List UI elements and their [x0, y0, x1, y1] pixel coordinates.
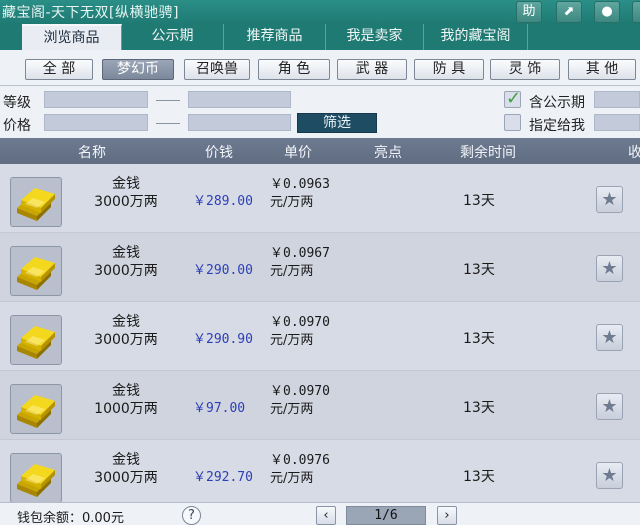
gold-ingot-icon[interactable]: [10, 453, 62, 503]
price-max-input[interactable]: [188, 114, 291, 131]
tab-browse[interactable]: 浏览商品: [22, 24, 122, 50]
gold-ingot-icon[interactable]: [10, 246, 62, 296]
category-armor[interactable]: 防 具: [414, 59, 484, 80]
category-weapons[interactable]: 武 器: [337, 59, 407, 80]
item-unit-price: ￥0.0976: [270, 453, 330, 468]
item-unit-price: ￥0.0963: [270, 177, 330, 192]
title-bar: 藏宝阁-天下无双[纵横驰骋] 助 ⬈ ●: [0, 0, 640, 24]
item-remaining-time: 13天: [463, 469, 495, 485]
item-price: ￥292.70: [193, 470, 253, 485]
help-icon[interactable]: ?: [182, 506, 201, 525]
item-remaining-time: 13天: [463, 193, 495, 209]
assistant-button[interactable]: 助: [516, 1, 542, 23]
column-header-unit-price[interactable]: 单价: [284, 142, 312, 162]
item-name: 金钱: [112, 314, 140, 330]
item-name: 金钱: [112, 245, 140, 261]
assigned-to-me-checkbox[interactable]: [504, 114, 521, 131]
table-row[interactable]: 金钱 3000万两 ￥289.00 ￥0.0963 元/万两 13天 ★: [0, 164, 640, 233]
favorite-star-icon[interactable]: ★: [596, 186, 623, 213]
column-header-name[interactable]: 名称: [78, 142, 106, 162]
next-page-button[interactable]: ›: [437, 506, 457, 525]
item-unit: 元/万两: [270, 471, 314, 486]
category-all[interactable]: 全 部: [25, 59, 93, 80]
category-pets[interactable]: 召唤兽: [184, 59, 250, 80]
item-name: 金钱: [112, 176, 140, 192]
item-price: ￥290.90: [193, 332, 253, 347]
window-title: 藏宝阁-天下无双[纵横驰骋]: [2, 5, 179, 21]
column-header-remaining[interactable]: 剩余时间: [460, 142, 516, 162]
main-tab-bar: 浏览商品 公示期 推荐商品 我是卖家 我的藏宝阁: [0, 24, 640, 50]
prev-page-button[interactable]: ‹: [316, 506, 336, 525]
range-dash: [156, 100, 180, 101]
item-unit: 元/万两: [270, 264, 314, 279]
item-amount: 3000万两: [94, 263, 158, 279]
favorite-star-icon[interactable]: ★: [596, 462, 623, 489]
tab-recommended[interactable]: 推荐商品: [224, 24, 326, 50]
price-min-input[interactable]: [44, 114, 148, 131]
gold-ingot-icon[interactable]: [10, 177, 62, 227]
item-name: 金钱: [112, 383, 140, 399]
share-button[interactable]: ⬈: [556, 1, 582, 23]
item-price: ￥290.00: [193, 263, 253, 278]
column-header-highlight[interactable]: 亮点: [374, 142, 402, 162]
column-header-price[interactable]: 价钱: [205, 142, 233, 162]
table-header: 名称 价钱 单价 亮点 剩余时间 收: [0, 138, 640, 164]
table-row[interactable]: 金钱 3000万两 ￥290.00 ￥0.0967 元/万两 13天 ★: [0, 233, 640, 302]
item-amount: 1000万两: [94, 401, 158, 417]
item-amount: 3000万两: [94, 332, 158, 348]
tab-my-treasure[interactable]: 我的藏宝阁: [424, 24, 528, 50]
column-header-favorite[interactable]: 收: [628, 142, 640, 162]
item-unit-price: ￥0.0970: [270, 384, 330, 399]
item-unit: 元/万两: [270, 195, 314, 210]
range-dash: [156, 123, 180, 124]
level-min-input[interactable]: [44, 91, 148, 108]
include-publicity-label: 含公示期: [529, 95, 585, 111]
item-name: 金钱: [112, 452, 140, 468]
item-unit-price: ￥0.0967: [270, 246, 330, 261]
category-other[interactable]: 其 他: [568, 59, 636, 80]
item-remaining-time: 13天: [463, 262, 495, 278]
page-indicator: 1/6: [346, 506, 426, 525]
assigned-input[interactable]: [594, 114, 640, 131]
tab-publicity[interactable]: 公示期: [122, 24, 224, 50]
include-publicity-checkbox[interactable]: ✓: [504, 88, 522, 109]
level-label: 等级: [3, 95, 31, 111]
item-price: ￥289.00: [193, 194, 253, 209]
category-bar: 全 部 梦幻币 召唤兽 角 色 武 器 防 具 灵 饰 其 他: [0, 50, 640, 86]
footer-bar: 钱包余额：0.00元 ? ‹ 1/6 ›: [0, 502, 640, 525]
tab-seller[interactable]: 我是卖家: [326, 24, 424, 50]
category-accessories[interactable]: 灵 饰: [490, 59, 560, 80]
filter-button[interactable]: 筛选: [297, 113, 377, 133]
favorite-star-icon[interactable]: ★: [596, 324, 623, 351]
publicity-input[interactable]: [594, 91, 640, 108]
table-row[interactable]: 金钱 3000万两 ￥292.70 ￥0.0976 元/万两 13天 ★: [0, 440, 640, 509]
checkmark-icon: ✓: [506, 88, 522, 109]
item-amount: 3000万两: [94, 194, 158, 210]
item-price: ￥97.00: [193, 401, 246, 416]
level-max-input[interactable]: [188, 91, 291, 108]
favorite-star-icon[interactable]: ★: [596, 393, 623, 420]
table-row[interactable]: 金钱 3000万两 ￥290.90 ￥0.0970 元/万两 13天 ★: [0, 302, 640, 371]
filter-panel: 等级 价格 筛选 ✓ 含公示期 指定给我: [0, 86, 640, 138]
assigned-to-me-label: 指定给我: [529, 118, 585, 134]
item-unit: 元/万两: [270, 402, 314, 417]
item-amount: 3000万两: [94, 470, 158, 486]
item-unit-price: ￥0.0970: [270, 315, 330, 330]
item-remaining-time: 13天: [463, 331, 495, 347]
item-remaining-time: 13天: [463, 400, 495, 416]
price-label: 价格: [3, 118, 31, 134]
gold-ingot-icon[interactable]: [10, 384, 62, 434]
wallet-balance: 钱包余额：0.00元: [17, 511, 124, 525]
item-unit: 元/万两: [270, 333, 314, 348]
close-button[interactable]: ●: [594, 1, 620, 23]
table-row[interactable]: 金钱 1000万两 ￥97.00 ￥0.0970 元/万两 13天 ★: [0, 371, 640, 440]
favorite-star-icon[interactable]: ★: [596, 255, 623, 282]
category-currency[interactable]: 梦幻币: [102, 59, 174, 80]
category-roles[interactable]: 角 色: [258, 59, 330, 80]
gold-ingot-icon[interactable]: [10, 315, 62, 365]
more-button[interactable]: [632, 1, 640, 23]
